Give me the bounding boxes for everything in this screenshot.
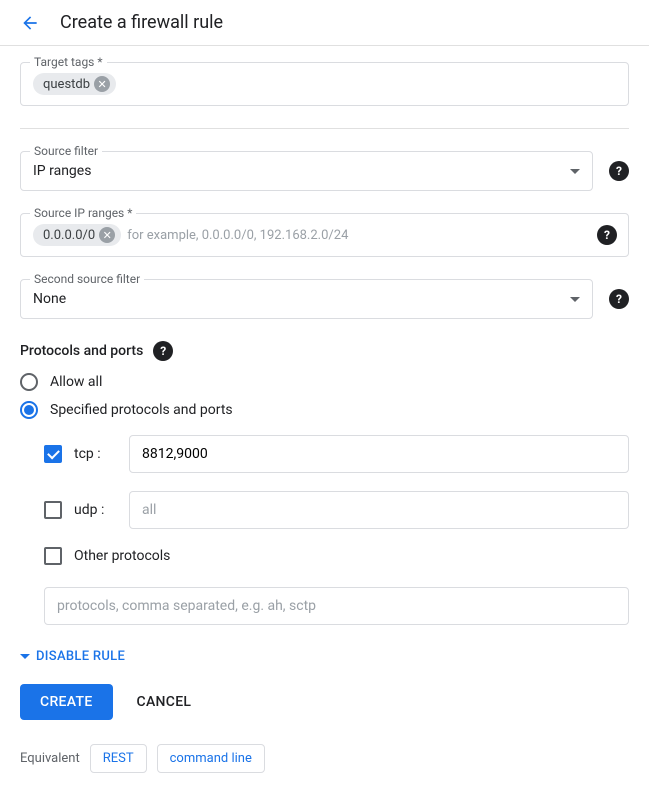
source-filter-label: Source filter	[30, 144, 102, 158]
source-filter-value: IP ranges	[33, 163, 91, 179]
ip-chip: 0.0.0.0/0 ✕	[33, 224, 121, 246]
chip-text: 0.0.0.0/0	[43, 228, 95, 243]
chevron-down-icon	[570, 297, 580, 302]
rest-button[interactable]: REST	[90, 744, 147, 773]
equivalent-label: Equivalent	[20, 751, 80, 766]
help-icon[interactable]: ?	[153, 341, 173, 361]
udp-label: udp :	[74, 502, 129, 518]
source-ip-ranges-label: Source IP ranges *	[30, 206, 136, 220]
radio-unchecked-icon	[20, 373, 38, 391]
protocols-title: Protocols and ports	[20, 343, 143, 359]
udp-ports-input[interactable]	[129, 491, 629, 529]
disable-rule-label: DISABLE RULE	[36, 649, 125, 664]
udp-checkbox[interactable]	[44, 501, 62, 519]
other-checkbox[interactable]	[44, 547, 62, 565]
close-icon[interactable]: ✕	[99, 227, 115, 243]
divider	[20, 128, 629, 129]
other-label: Other protocols	[74, 548, 170, 564]
second-source-filter-field: Second source filter None ?	[20, 279, 629, 319]
second-source-filter-value: None	[33, 291, 66, 307]
chevron-down-icon	[570, 169, 580, 174]
second-source-filter-label: Second source filter	[30, 272, 144, 286]
target-tags-label: Target tags *	[30, 55, 107, 69]
radio-checked-icon	[20, 401, 38, 419]
equivalent-row: Equivalent REST command line	[20, 744, 629, 773]
specified-label: Specified protocols and ports	[50, 402, 233, 418]
cancel-button[interactable]: CANCEL	[137, 694, 192, 710]
create-button[interactable]: CREATE	[20, 684, 113, 720]
udp-row: udp :	[44, 491, 629, 529]
chevron-down-icon	[20, 654, 30, 659]
form-content: Target tags * questdb ✕ Source filter IP…	[0, 46, 649, 793]
target-tags-field: Target tags * questdb ✕	[20, 62, 629, 106]
source-filter-field: Source filter IP ranges ?	[20, 151, 629, 191]
other-protocols-row: Other protocols	[44, 547, 629, 565]
protocols-detail: tcp : udp : Other protocols	[44, 435, 629, 625]
action-buttons: CREATE CANCEL	[20, 684, 629, 720]
specified-option[interactable]: Specified protocols and ports	[20, 401, 629, 419]
page-header: Create a firewall rule	[0, 0, 649, 46]
tag-chip: questdb ✕	[33, 73, 116, 95]
tcp-label: tcp :	[74, 446, 129, 462]
source-filter-select[interactable]: IP ranges	[20, 151, 593, 191]
disable-rule-toggle[interactable]: DISABLE RULE	[20, 649, 629, 664]
other-protocols-input[interactable]	[44, 587, 629, 625]
help-icon[interactable]: ?	[609, 289, 629, 309]
help-icon[interactable]: ?	[597, 225, 617, 245]
target-tags-input[interactable]: questdb ✕	[20, 62, 629, 106]
back-arrow-icon[interactable]	[20, 13, 40, 33]
help-icon[interactable]: ?	[609, 161, 629, 181]
tcp-ports-input[interactable]	[129, 435, 629, 473]
chip-text: questdb	[43, 77, 90, 92]
tcp-checkbox[interactable]	[44, 445, 62, 463]
allow-all-label: Allow all	[50, 374, 102, 390]
tcp-row: tcp :	[44, 435, 629, 473]
allow-all-option[interactable]: Allow all	[20, 373, 629, 391]
close-icon[interactable]: ✕	[94, 76, 110, 92]
command-line-button[interactable]: command line	[157, 744, 265, 773]
source-ip-ranges-field: Source IP ranges * 0.0.0.0/0 ✕ for examp…	[20, 213, 629, 257]
ip-placeholder: for example, 0.0.0.0/0, 192.168.2.0/24	[127, 228, 348, 243]
page-title: Create a firewall rule	[60, 12, 223, 33]
protocols-header: Protocols and ports ?	[20, 341, 629, 361]
